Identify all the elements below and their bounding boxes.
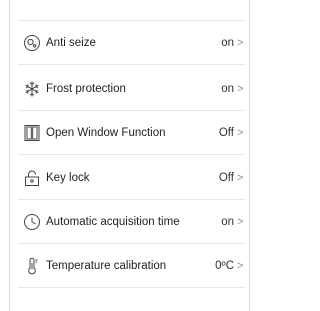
chevron-right-icon: > <box>237 259 244 272</box>
chevron-right-icon: > <box>237 171 244 184</box>
setting-label: Frost protection <box>46 82 126 95</box>
setting-value: 0ºC <box>215 259 234 272</box>
setting-label: Open Window Function <box>46 126 166 139</box>
setting-label: Automatic acquisition time <box>46 215 180 228</box>
thermometer-icon <box>22 256 42 276</box>
lock-icon <box>22 168 42 188</box>
setting-row-temperature-calibration[interactable]: Temperature calibration 0ºC > <box>18 244 245 288</box>
setting-row-auto-acquisition-time[interactable]: Automatic acquisition time on > <box>18 200 245 244</box>
clock-icon <box>22 212 42 232</box>
setting-value: on <box>221 215 234 228</box>
setting-value: on <box>221 82 234 95</box>
setting-label: Anti seize <box>46 36 96 49</box>
setting-row-anti-seize[interactable]: Anti seize on > <box>18 21 245 65</box>
window-icon <box>22 123 42 143</box>
setting-label: Key lock <box>46 171 90 184</box>
setting-value: Off <box>218 126 234 139</box>
setting-row-open-window[interactable]: Open Window Function Off > <box>18 111 245 155</box>
chevron-right-icon: > <box>237 82 244 95</box>
chevron-right-icon: > <box>237 36 244 49</box>
setting-row-frost-protection[interactable]: Frost protection on > <box>18 67 245 111</box>
setting-label: Temperature calibration <box>46 259 167 272</box>
setting-value: Off <box>218 171 234 184</box>
setting-value: on <box>221 36 234 49</box>
chevron-right-icon: > <box>237 126 244 139</box>
setting-row-key-lock[interactable]: Key lock Off > <box>18 156 245 200</box>
snowflake-icon <box>22 79 42 99</box>
anti-seize-icon <box>22 33 42 53</box>
chevron-right-icon: > <box>237 215 244 228</box>
